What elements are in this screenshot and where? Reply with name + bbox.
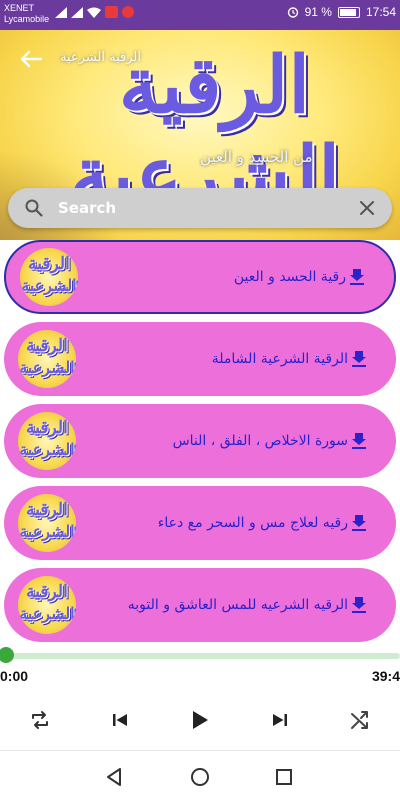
download-icon[interactable] <box>348 594 370 616</box>
track-item[interactable]: الرقية الشرعية الرقيه الشرعيه للمس العاش… <box>4 568 396 642</box>
search-input[interactable] <box>58 199 356 217</box>
play-button[interactable] <box>180 700 220 740</box>
track-item[interactable]: الرقية الشرعية سورة الاخلاص ، الفلق ، ال… <box>4 404 396 478</box>
clock: 17:54 <box>365 5 396 19</box>
progress-track[interactable] <box>6 653 400 659</box>
download-icon[interactable] <box>346 266 368 288</box>
repeat-icon <box>32 711 48 729</box>
nav-recents-icon <box>276 769 292 785</box>
next-button[interactable] <box>260 700 300 740</box>
download-icon[interactable] <box>348 512 370 534</box>
search-icon[interactable] <box>24 198 44 218</box>
track-thumbnail: الرقية الشرعية <box>18 494 76 552</box>
thumbnail-text: الشرعية <box>19 522 75 541</box>
thumbnail-text: الشرعية <box>19 440 75 459</box>
progress-thumb[interactable] <box>0 647 14 663</box>
status-bar: XENET Lycamobile 91 % 17:54 <box>0 0 400 30</box>
battery-icon <box>337 6 360 18</box>
app-screen: XENET Lycamobile 91 % 17:54 الرقية الشرع… <box>0 0 400 800</box>
thumbnail-text: الشرعية <box>21 276 77 295</box>
track-thumbnail: الرقية الشرعية <box>18 330 76 388</box>
track-title: الرقية الشرعية الشاملة <box>211 351 348 367</box>
nav-home-icon <box>191 768 209 786</box>
arrow-left-icon <box>20 50 42 68</box>
alarm-icon <box>287 7 298 18</box>
thumbnail-text: الشرعية <box>19 604 75 623</box>
current-time: 0:00 <box>0 668 29 684</box>
track-title: سورة الاخلاص ، الفلق ، الناس <box>172 433 348 449</box>
skip-previous-icon <box>113 714 127 726</box>
total-time: 39:4 <box>371 668 400 684</box>
download-icon[interactable] <box>348 430 370 452</box>
banner-subtitle: الرقية الشرعية <box>60 50 141 65</box>
track-item[interactable]: الرقية الشرعية رقيه لعلاج مس و السحر مع … <box>4 486 396 560</box>
nav-home-button[interactable] <box>186 763 214 791</box>
battery-percent: 91 % <box>304 5 332 19</box>
nav-back-button[interactable] <box>100 763 128 791</box>
nav-recents-button[interactable] <box>270 763 298 791</box>
shuffle-button[interactable] <box>340 700 380 740</box>
carrier-name-secondary: Lycamobile <box>4 14 50 24</box>
previous-button[interactable] <box>100 700 140 740</box>
back-button[interactable] <box>14 44 48 74</box>
thumbnail-text: الشرعية <box>19 358 75 377</box>
system-nav-bar <box>0 750 400 800</box>
repeat-button[interactable] <box>20 700 60 740</box>
chat-notification-icon <box>122 6 135 18</box>
carrier-info: XENET Lycamobile <box>4 3 49 25</box>
thumbnail-text: الرقية <box>26 582 68 602</box>
track-item[interactable]: الرقية الشرعية رقية الحسد و العين <box>4 240 396 314</box>
wifi-icon <box>87 7 102 18</box>
track-thumbnail: الرقية الشرعية <box>20 248 78 306</box>
notification-icon <box>105 6 119 18</box>
carrier-name: XENET <box>4 3 35 13</box>
status-right: 91 % 17:54 <box>287 5 396 19</box>
signal-icon <box>71 6 84 18</box>
thumbnail-text: الرقية <box>26 500 68 520</box>
track-title: رقية الحسد و العين <box>233 269 346 285</box>
track-title: الرقيه الشرعيه للمس العاشق و التوبه <box>127 597 348 613</box>
shuffle-icon <box>351 711 368 729</box>
track-thumbnail: الرقية الشرعية <box>18 576 76 634</box>
track-title: رقيه لعلاج مس و السحر مع دعاء <box>157 515 348 531</box>
download-icon[interactable] <box>348 348 370 370</box>
skip-next-icon <box>273 714 287 726</box>
thumbnail-text: الرقية <box>28 254 70 274</box>
thumbnail-text: الرقية <box>26 418 68 438</box>
track-thumbnail: الرقية الشرعية <box>18 412 76 470</box>
close-icon[interactable] <box>356 197 378 219</box>
status-icons <box>55 6 135 18</box>
search-bar <box>8 188 392 228</box>
track-item[interactable]: الرقية الشرعية الرقية الشرعية الشاملة <box>4 322 396 396</box>
banner-subtitle-secondary: من الحسد و العين <box>200 148 313 166</box>
player-controls <box>0 700 400 740</box>
play-icon <box>193 711 208 729</box>
signal-icon <box>55 6 68 18</box>
nav-back-icon <box>107 768 121 786</box>
thumbnail-text: الرقية <box>26 336 68 356</box>
banner-title-line1: الرقية <box>118 40 310 131</box>
